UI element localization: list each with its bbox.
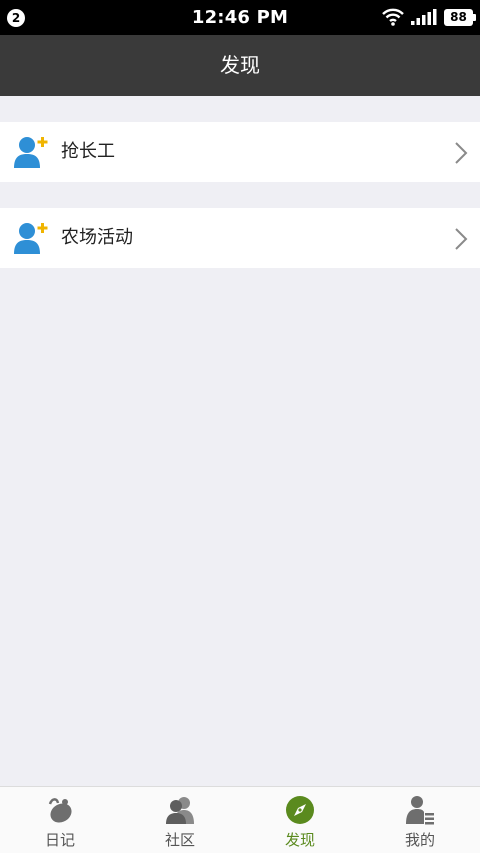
tab-profile[interactable]: 我的: [360, 787, 480, 853]
page-title: 发现: [220, 53, 260, 77]
status-time: 12:46 PM: [191, 7, 289, 28]
wifi-icon: [382, 8, 404, 26]
battery-icon: 88: [444, 9, 476, 26]
status-bar: 2 12:46 PM 88: [0, 0, 480, 35]
tab-label: 社区: [164, 831, 195, 849]
discover-screen: 2 12:46 PM 88 发现 抢长工 农场活动 日记 社区 发现 我的: [0, 0, 480, 853]
profile-icon: [406, 796, 434, 825]
menu-item-label: 农场活动: [61, 227, 133, 248]
chevron-right-icon: [455, 228, 468, 250]
signal-icon: [411, 9, 437, 25]
tab-label: 我的: [404, 831, 435, 849]
tab-label: 发现: [284, 831, 315, 849]
tab-discover[interactable]: 发现: [240, 787, 360, 853]
title-bar: 发现: [0, 35, 480, 96]
diary-icon: [48, 798, 72, 823]
chevron-right-icon: [455, 142, 468, 164]
tab-label: 日记: [44, 831, 75, 849]
add-user-icon: [14, 223, 48, 254]
menu-item-hire-workers[interactable]: 抢长工: [0, 122, 480, 182]
community-icon: [166, 797, 194, 824]
menu-item-farm-activities[interactable]: 农场活动: [0, 208, 480, 268]
bottom-tab-bar: 日记 社区 发现 我的: [0, 786, 480, 853]
tab-diary[interactable]: 日记: [0, 787, 120, 853]
compass-icon: [286, 796, 314, 824]
tab-community[interactable]: 社区: [120, 787, 240, 853]
menu-item-label: 抢长工: [61, 141, 115, 162]
add-user-icon: [14, 137, 48, 168]
